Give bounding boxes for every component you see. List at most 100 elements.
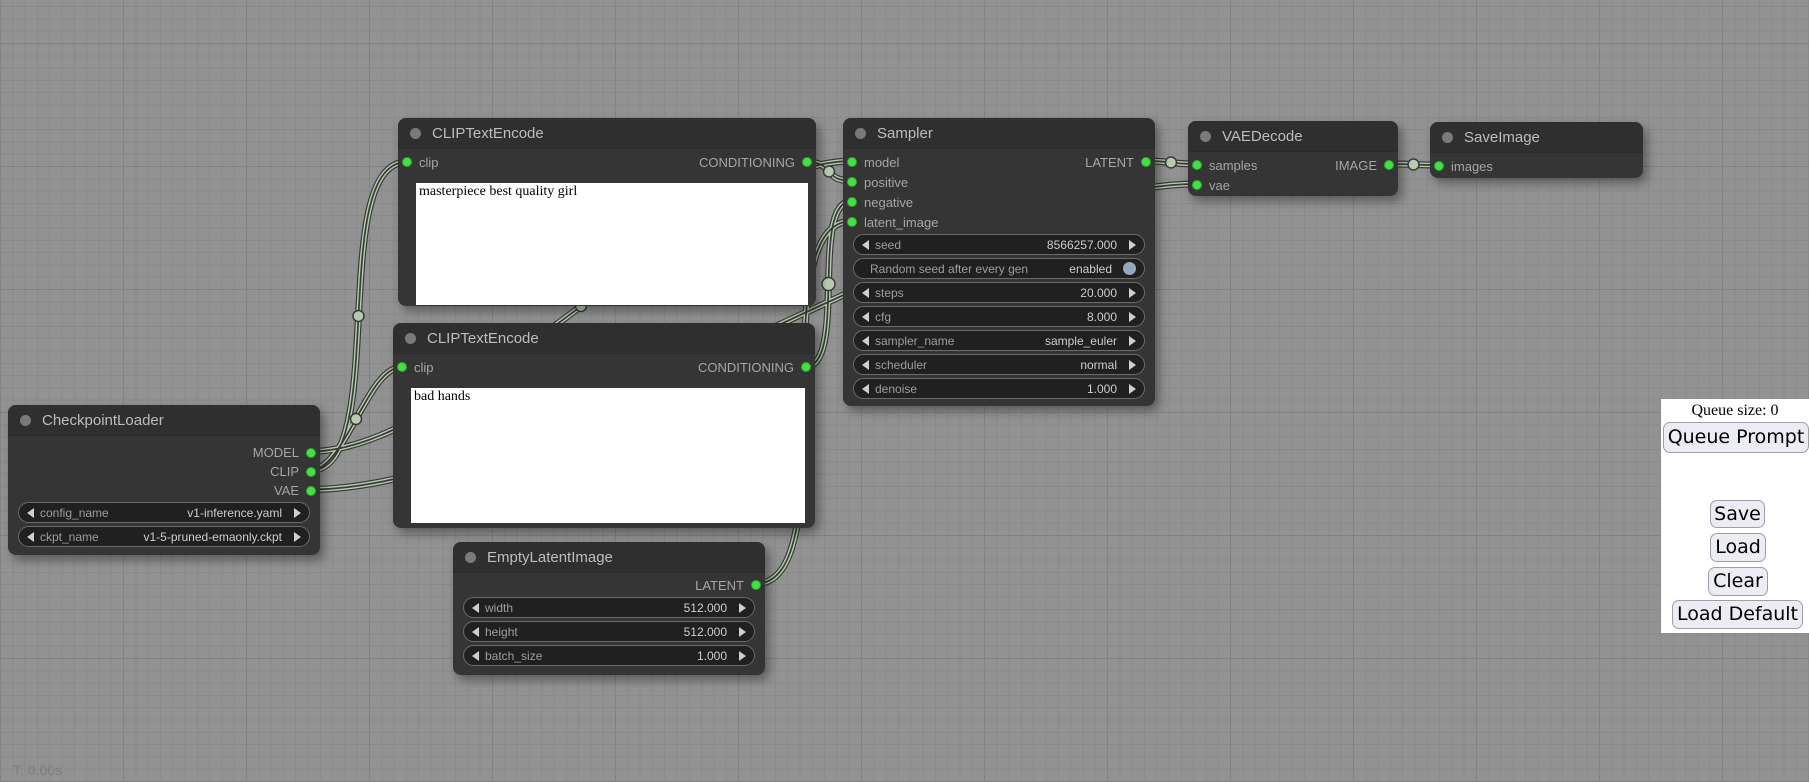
- increment-arrow-icon[interactable]: [739, 651, 746, 661]
- input-port-positive[interactable]: [847, 177, 857, 187]
- widget-value[interactable]: 1.000: [697, 649, 727, 663]
- node-title-bar[interactable]: CLIPTextEncode: [398, 118, 816, 149]
- widget-sampler-name[interactable]: sampler_name sample_euler: [853, 330, 1145, 351]
- toggle-enabled-icon[interactable]: [1123, 262, 1136, 275]
- widget-seed[interactable]: seed 8566257.000: [853, 234, 1145, 255]
- node-title-bar[interactable]: Sampler: [843, 118, 1155, 149]
- input-port-vae[interactable]: [1192, 180, 1202, 190]
- decrement-arrow-icon[interactable]: [27, 532, 34, 542]
- output-port-conditioning[interactable]: [802, 157, 812, 167]
- output-row-latent: LATENT: [843, 152, 1155, 172]
- increment-arrow-icon[interactable]: [1129, 312, 1136, 322]
- increment-arrow-icon[interactable]: [739, 603, 746, 613]
- queue-panel: Queue size: 0 Queue Prompt Save Load Cle…: [1661, 399, 1809, 633]
- widget-value[interactable]: normal: [1080, 358, 1117, 372]
- widget-ckpt-name[interactable]: ckpt_name v1-5-pruned-emaonly.ckpt: [18, 526, 310, 547]
- node-title-bar[interactable]: EmptyLatentImage: [453, 542, 765, 573]
- node-collapse-dot-icon[interactable]: [405, 333, 416, 344]
- node-clip-text-encode-positive[interactable]: CLIPTextEncode clip CONDITIONING masterp…: [398, 118, 816, 306]
- output-label: CONDITIONING: [698, 360, 794, 375]
- decrement-arrow-icon[interactable]: [862, 360, 869, 370]
- output-port-image[interactable]: [1384, 160, 1394, 170]
- increment-arrow-icon[interactable]: [1129, 336, 1136, 346]
- output-port-latent[interactable]: [751, 580, 761, 590]
- widget-value[interactable]: 1.000: [1087, 382, 1117, 396]
- output-port-latent[interactable]: [1141, 157, 1151, 167]
- node-title-bar[interactable]: VAEDecode: [1188, 121, 1398, 152]
- increment-arrow-icon[interactable]: [1129, 360, 1136, 370]
- widget-scheduler[interactable]: scheduler normal: [853, 354, 1145, 375]
- clear-button[interactable]: Clear: [1708, 567, 1768, 596]
- widget-random-seed-toggle[interactable]: Random seed after every gen enabled: [853, 258, 1145, 279]
- widget-steps[interactable]: steps 20.000: [853, 282, 1145, 303]
- widget-denoise[interactable]: denoise 1.000: [853, 378, 1145, 399]
- node-collapse-dot-icon[interactable]: [855, 128, 866, 139]
- increment-arrow-icon[interactable]: [1129, 240, 1136, 250]
- widget-value[interactable]: 20.000: [1080, 286, 1117, 300]
- node-clip-text-encode-negative[interactable]: CLIPTextEncode clip CONDITIONING bad han…: [393, 323, 815, 528]
- output-port-model[interactable]: [306, 448, 316, 458]
- output-port-vae[interactable]: [306, 486, 316, 496]
- load-button[interactable]: Load: [1710, 533, 1766, 562]
- widget-value[interactable]: sample_euler: [1045, 334, 1117, 348]
- output-port-clip[interactable]: [306, 467, 316, 477]
- decrement-arrow-icon[interactable]: [862, 240, 869, 250]
- negative-prompt-textarea[interactable]: bad hands: [411, 388, 805, 523]
- output-row-vae: VAE: [8, 481, 320, 500]
- widget-value[interactable]: v1-5-pruned-emaonly.ckpt: [143, 530, 282, 544]
- widget-value[interactable]: 512.000: [684, 601, 727, 615]
- positive-prompt-textarea[interactable]: masterpiece best quality girl: [416, 183, 808, 305]
- decrement-arrow-icon[interactable]: [472, 627, 479, 637]
- node-title: SaveImage: [1464, 129, 1540, 146]
- node-title-bar[interactable]: CheckpointLoader: [8, 405, 320, 436]
- input-port-latent-image[interactable]: [847, 217, 857, 227]
- increment-arrow-icon[interactable]: [739, 627, 746, 637]
- input-label: vae: [1209, 178, 1230, 193]
- widget-value[interactable]: v1-inference.yaml: [187, 506, 282, 520]
- decrement-arrow-icon[interactable]: [27, 508, 34, 518]
- increment-arrow-icon[interactable]: [1129, 288, 1136, 298]
- widget-cfg[interactable]: cfg 8.000: [853, 306, 1145, 327]
- decrement-arrow-icon[interactable]: [862, 312, 869, 322]
- widget-label: seed: [875, 238, 901, 252]
- widget-value[interactable]: 512.000: [684, 625, 727, 639]
- output-row-image: IMAGE: [1188, 155, 1398, 175]
- widget-width[interactable]: width 512.000: [463, 597, 755, 618]
- widget-label: steps: [875, 286, 904, 300]
- decrement-arrow-icon[interactable]: [472, 603, 479, 613]
- decrement-arrow-icon[interactable]: [472, 651, 479, 661]
- node-collapse-dot-icon[interactable]: [1200, 131, 1211, 142]
- widget-batch-size[interactable]: batch_size 1.000: [463, 645, 755, 666]
- node-checkpoint-loader[interactable]: CheckpointLoader MODEL CLIP VAE config_n…: [8, 405, 320, 555]
- widget-value[interactable]: 8566257.000: [1047, 238, 1117, 252]
- decrement-arrow-icon[interactable]: [862, 384, 869, 394]
- input-port-negative[interactable]: [847, 197, 857, 207]
- decrement-arrow-icon[interactable]: [862, 288, 869, 298]
- increment-arrow-icon[interactable]: [1129, 384, 1136, 394]
- node-collapse-dot-icon[interactable]: [1442, 132, 1453, 143]
- save-button[interactable]: Save: [1710, 500, 1765, 528]
- node-empty-latent-image[interactable]: EmptyLatentImage LATENT width 512.000 he…: [453, 542, 765, 675]
- node-sampler[interactable]: Sampler model positive negative latent_i…: [843, 118, 1155, 406]
- node-title-bar[interactable]: SaveImage: [1430, 122, 1643, 153]
- output-label: MODEL: [253, 445, 299, 460]
- widget-height[interactable]: height 512.000: [463, 621, 755, 642]
- node-collapse-dot-icon[interactable]: [20, 415, 31, 426]
- node-collapse-dot-icon[interactable]: [465, 552, 476, 563]
- increment-arrow-icon[interactable]: [294, 508, 301, 518]
- input-row-positive: positive: [843, 172, 1155, 192]
- decrement-arrow-icon[interactable]: [862, 336, 869, 346]
- widget-label: width: [485, 601, 513, 615]
- queue-prompt-button[interactable]: Queue Prompt: [1663, 422, 1809, 453]
- node-collapse-dot-icon[interactable]: [410, 128, 421, 139]
- node-vae-decode[interactable]: VAEDecode samples vae IMAGE: [1188, 121, 1398, 196]
- widget-value[interactable]: 8.000: [1087, 310, 1117, 324]
- input-port-images[interactable]: [1434, 161, 1444, 171]
- load-default-button[interactable]: Load Default: [1672, 600, 1803, 629]
- increment-arrow-icon[interactable]: [294, 532, 301, 542]
- node-save-image[interactable]: SaveImage images: [1430, 122, 1643, 178]
- widget-config-name[interactable]: config_name v1-inference.yaml: [18, 502, 310, 523]
- node-title-bar[interactable]: CLIPTextEncode: [393, 323, 815, 354]
- output-port-conditioning[interactable]: [801, 362, 811, 372]
- widget-label: ckpt_name: [40, 530, 99, 544]
